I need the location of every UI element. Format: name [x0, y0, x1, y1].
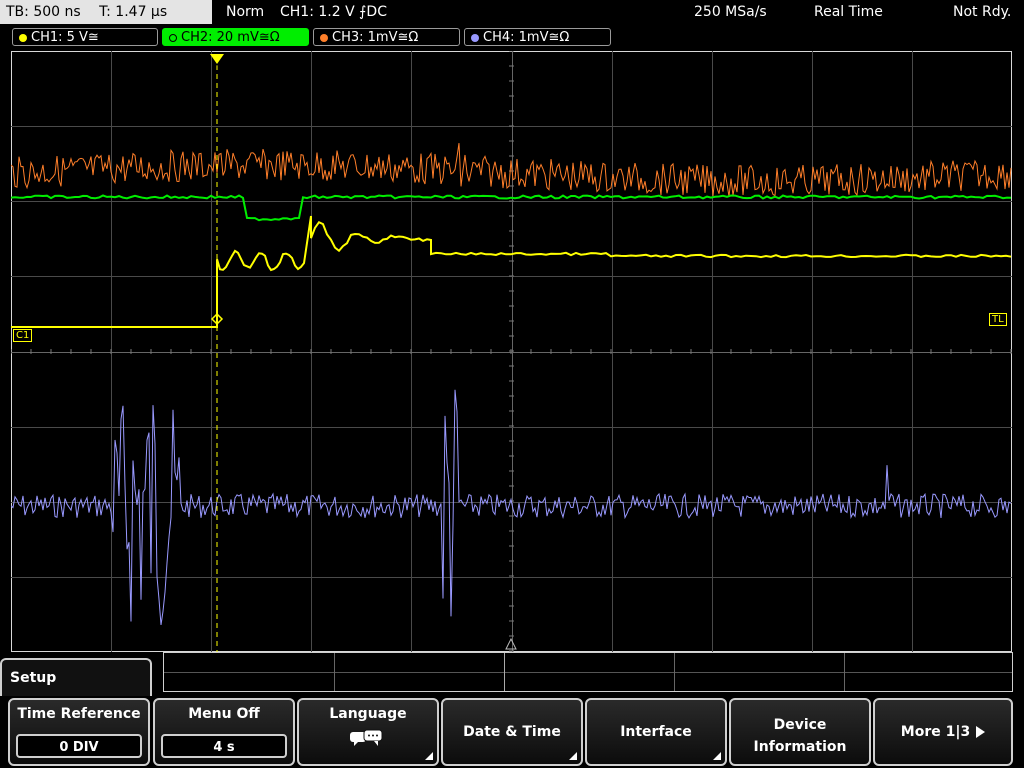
channel-3-label: CH3: 1mV≅Ω	[332, 30, 419, 45]
sample-rate: 250 MSa/s	[694, 4, 767, 20]
submenu-indicator-icon	[425, 752, 433, 760]
trigger-mode: Norm	[226, 4, 265, 20]
more-softkey[interactable]: More 1|3	[873, 698, 1013, 766]
time-reference-label: Time Reference	[17, 706, 141, 722]
submenu-indicator-icon	[569, 752, 577, 760]
overview-strip-tick	[504, 653, 505, 691]
channel-bar: CH1: 5 V≅ CH2: 20 mV≅Ω CH3: 1mV≅Ω CH4: 1…	[0, 26, 1024, 48]
trigger-t-label: T	[212, 63, 219, 74]
channel-1-dot-icon	[19, 33, 27, 42]
time-reference-softkey[interactable]: Time Reference 0 DIV	[8, 698, 150, 766]
channel-4-button[interactable]: CH4: 1mV≅Ω	[464, 28, 611, 46]
ch1-marker: C1	[13, 329, 33, 342]
channel-4-label: CH4: 1mV≅Ω	[483, 30, 570, 45]
language-label: Language	[329, 706, 407, 722]
channel-1-button[interactable]: CH1: 5 V≅	[12, 28, 158, 46]
overview-strip	[163, 652, 1013, 692]
timebase-box[interactable]: TB: 500 ns T: 1.47 µs	[0, 0, 212, 24]
channel-2-dot-icon	[169, 33, 177, 42]
submenu-indicator-icon	[713, 752, 721, 760]
trigger-info: CH1: 1.2 V ⨍DC	[280, 4, 387, 20]
menu-off-softkey[interactable]: Menu Off 4 s	[153, 698, 295, 766]
overview-strip-divider	[164, 672, 1012, 673]
channel-4-trace	[11, 389, 1012, 625]
center-marker-icon	[505, 637, 517, 650]
trigger-time-value: T: 1.47 µs	[99, 4, 168, 20]
channel-3-trace	[11, 143, 1012, 197]
overview-strip-tick	[334, 653, 335, 691]
more-label: More 1|3	[900, 724, 971, 740]
channel-3-button[interactable]: CH3: 1mV≅Ω	[313, 28, 460, 46]
acquisition-mode: Real Time	[814, 4, 883, 20]
speech-bubbles-icon	[350, 729, 383, 746]
timebase-value: TB: 500 ns	[6, 4, 81, 20]
channel-1-label: CH1: 5 V≅	[31, 30, 99, 45]
interface-softkey[interactable]: Interface	[585, 698, 727, 766]
channel-3-dot-icon	[320, 33, 328, 42]
status-bar: TB: 500 ns T: 1.47 µs Norm CH1: 1.2 V ⨍D…	[0, 0, 1024, 24]
overview-strip-tick	[674, 653, 675, 691]
menu-off-value: 4 s	[161, 734, 287, 758]
device-information-label-line2: Information	[753, 739, 847, 755]
device-information-label-line1: Device	[773, 717, 827, 733]
overview-strip-tick	[844, 653, 845, 691]
interface-label: Interface	[620, 724, 692, 740]
menu-title: Setup	[10, 670, 57, 686]
graticule	[11, 51, 1012, 652]
channel-4-dot-icon	[471, 33, 479, 42]
arrow-right-icon	[976, 726, 986, 738]
softkey-bar: Time Reference 0 DIV Menu Off 4 s Langua…	[0, 696, 1024, 768]
acquisition-status: Not Rdy.	[953, 4, 1012, 20]
channel-2-button[interactable]: CH2: 20 mV≅Ω	[162, 28, 309, 46]
language-softkey[interactable]: Language	[297, 698, 439, 766]
trigger-level-marker: TL	[989, 313, 1007, 326]
channel-1-trace	[11, 215, 1012, 328]
menu-off-label: Menu Off	[188, 706, 260, 722]
waveform-canvas	[11, 51, 1012, 652]
time-reference-value: 0 DIV	[16, 734, 142, 758]
menu-title-tab: Setup	[0, 658, 152, 698]
channel-2-label: CH2: 20 mV≅Ω	[181, 30, 280, 45]
device-information-softkey[interactable]: Device Information	[729, 698, 871, 766]
waveform-display[interactable]: T C1 TL	[11, 51, 1012, 652]
date-time-label: Date & Time	[463, 724, 561, 740]
date-time-softkey[interactable]: Date & Time	[441, 698, 583, 766]
